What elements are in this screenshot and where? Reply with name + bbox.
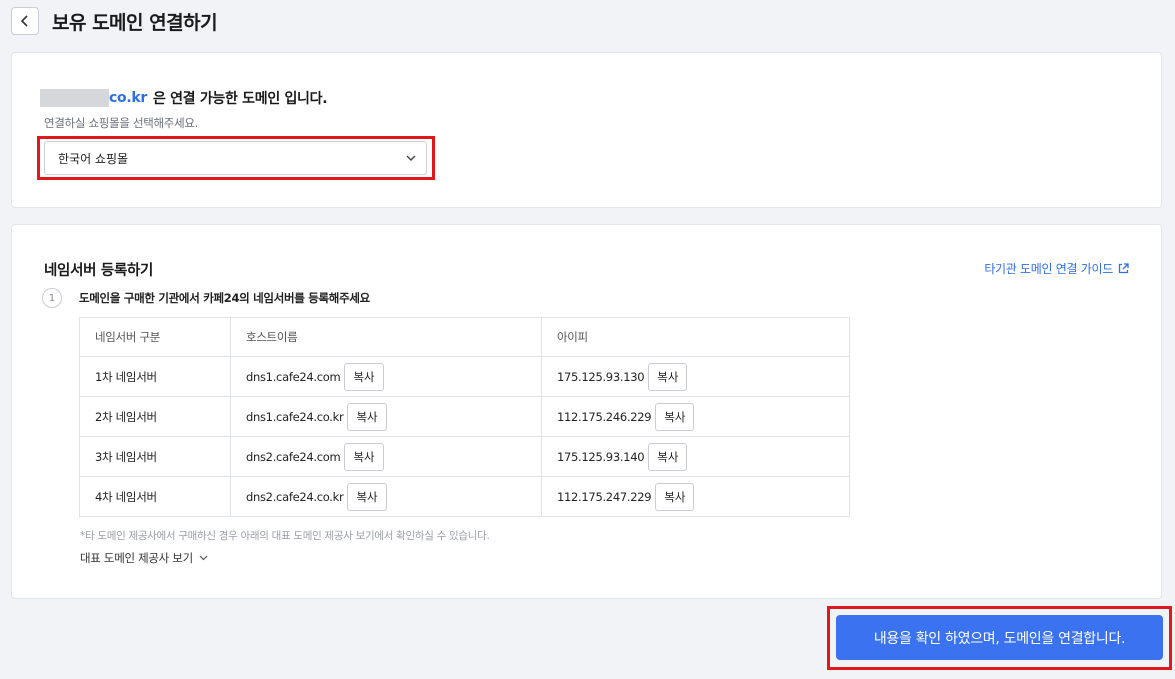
nameserver-type: 2차 네임서버 xyxy=(79,396,231,437)
nameserver-card: 네임서버 등록하기 타기관 도메인 연결 가이드 1 도메인을 구매한 기관에서… xyxy=(11,224,1162,599)
hostname: dns2.cafe24.co.kr xyxy=(246,489,344,504)
chevron-down-icon xyxy=(406,155,416,161)
confirm-connect-button[interactable]: 내용을 확인 하였으며, 도메인을 연결합니다. xyxy=(836,615,1163,660)
masked-domain-name xyxy=(40,89,109,107)
step-1: 1 도메인을 구매한 기관에서 카페24의 네임서버를 등록해주세요 xyxy=(42,288,370,308)
host-cell: dns1.cafe24.com 복사 xyxy=(230,356,542,397)
table-header-row: 네임서버 구분 호스트이름 아이피 xyxy=(79,317,850,357)
hostname: dns2.cafe24.com xyxy=(246,449,341,464)
table-row: 4차 네임서버 dns2.cafe24.co.kr 복사 112.175.247.… xyxy=(79,476,850,517)
nameserver-section-title: 네임서버 등록하기 xyxy=(44,263,154,279)
copy-host-button[interactable]: 복사 xyxy=(344,362,384,391)
ip-cell: 112.175.246.229 복사 xyxy=(541,396,850,437)
provider-note: *타 도메인 제공사에서 구매하신 경우 아래의 대표 도메인 제공사 보기에서… xyxy=(80,530,490,542)
chevron-left-icon xyxy=(20,15,28,27)
external-link-icon xyxy=(1118,263,1129,274)
ip-cell: 175.125.93.140 복사 xyxy=(541,436,850,477)
host-cell: dns2.cafe24.co.kr 복사 xyxy=(230,476,542,517)
column-header: 아이피 xyxy=(541,317,850,357)
ip-address: 175.125.93.140 xyxy=(557,449,645,464)
mall-select[interactable]: 한국어 쇼핑몰 xyxy=(44,141,427,175)
column-header: 네임서버 구분 xyxy=(79,317,231,357)
copy-ip-button[interactable]: 복사 xyxy=(655,402,695,431)
providers-toggle-label: 대표 도메인 제공사 보기 xyxy=(80,551,193,565)
column-header: 호스트이름 xyxy=(230,317,542,357)
page-header: 보유 도메인 연결하기 xyxy=(11,6,218,36)
mall-select-value: 한국어 쇼핑몰 xyxy=(58,151,129,166)
domain-headline: co.kr 은 연결 가능한 도메인 입니다. xyxy=(40,88,328,108)
table-row: 1차 네임서버 dns1.cafe24.com 복사 175.125.93.130… xyxy=(79,356,850,397)
page-title: 보유 도메인 연결하기 xyxy=(52,11,218,34)
back-button[interactable] xyxy=(11,7,39,35)
ip-address: 112.175.247.229 xyxy=(557,489,652,504)
copy-host-button[interactable]: 복사 xyxy=(347,482,387,511)
nameserver-table: 네임서버 구분 호스트이름 아이피 1차 네임서버 dns1.cafe24.co… xyxy=(79,317,850,517)
domain-card: co.kr 은 연결 가능한 도메인 입니다. 연결하실 쇼핑몰을 선택해주세요… xyxy=(11,52,1162,208)
external-guide-link[interactable]: 타기관 도메인 연결 가이드 xyxy=(984,260,1129,277)
step-text: 도메인을 구매한 기관에서 카페24의 네임서버를 등록해주세요 xyxy=(79,291,370,305)
ip-cell: 112.175.247.229 복사 xyxy=(541,476,850,517)
hostname: dns1.cafe24.com xyxy=(246,369,341,384)
copy-ip-button[interactable]: 복사 xyxy=(648,362,688,391)
table-row: 2차 네임서버 dns1.cafe24.co.kr 복사 112.175.246.… xyxy=(79,396,850,437)
host-cell: dns1.cafe24.co.kr 복사 xyxy=(230,396,542,437)
copy-ip-button[interactable]: 복사 xyxy=(655,482,695,511)
table-row: 3차 네임서버 dns2.cafe24.com 복사 175.125.93.140… xyxy=(79,436,850,477)
copy-ip-button[interactable]: 복사 xyxy=(648,442,688,471)
chevron-down-icon xyxy=(199,555,208,561)
ip-address: 175.125.93.130 xyxy=(557,369,645,384)
hostname: dns1.cafe24.co.kr xyxy=(246,409,344,424)
providers-toggle[interactable]: 대표 도메인 제공사 보기 xyxy=(80,550,208,566)
nameserver-type: 1차 네임서버 xyxy=(79,356,231,397)
nameserver-type: 3차 네임서버 xyxy=(79,436,231,477)
copy-host-button[interactable]: 복사 xyxy=(347,402,387,431)
ip-address: 112.175.246.229 xyxy=(557,409,652,424)
host-cell: dns2.cafe24.com 복사 xyxy=(230,436,542,477)
domain-headline-text: 은 연결 가능한 도메인 입니다. xyxy=(152,91,328,107)
copy-host-button[interactable]: 복사 xyxy=(344,442,384,471)
nameserver-type: 4차 네임서버 xyxy=(79,476,231,517)
domain-suffix: co.kr xyxy=(109,90,147,106)
ip-cell: 175.125.93.130 복사 xyxy=(541,356,850,397)
step-number: 1 xyxy=(42,288,62,308)
select-mall-hint: 연결하실 쇼핑몰을 선택해주세요. xyxy=(44,116,198,130)
guide-link-label: 타기관 도메인 연결 가이드 xyxy=(984,262,1113,276)
